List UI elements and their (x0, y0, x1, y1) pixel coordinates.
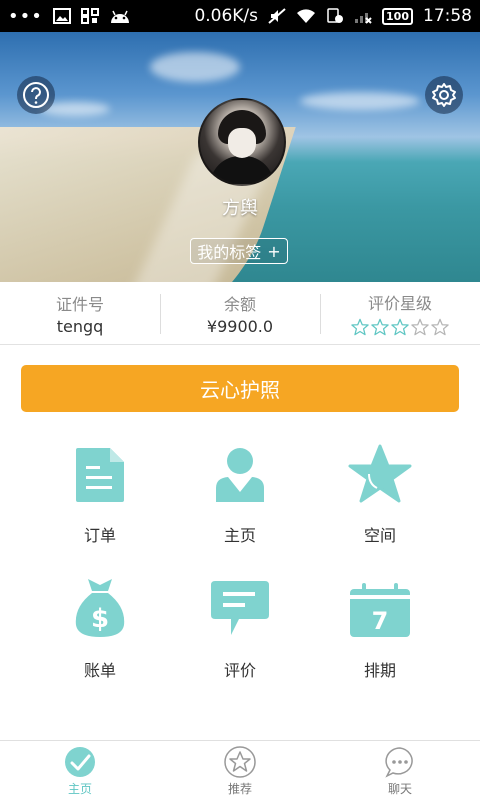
reviews-label: 评价 (223, 661, 256, 680)
clock: 17:58 (423, 6, 472, 26)
qr-code-icon (80, 8, 99, 24)
passport-button[interactable]: 云心护照 (21, 365, 459, 412)
image-icon (52, 8, 71, 24)
star-filled-icon (371, 318, 389, 336)
chat-icon (385, 746, 413, 778)
sim-icon (327, 8, 344, 23)
rating-stars (351, 318, 449, 336)
star-empty-icon (431, 318, 449, 336)
wifi-icon (297, 9, 316, 23)
orders-item[interactable]: 订单 (40, 440, 160, 546)
star-filled-icon (351, 318, 369, 336)
rating-section: 评价星级 (320, 282, 480, 344)
space-item[interactable]: 空间 (320, 440, 440, 546)
id-number-label: 证件号 (55, 294, 104, 314)
battery-icon: 100 (382, 7, 413, 25)
calendar-day: 7 (372, 607, 389, 635)
calendar-icon: 7 (350, 583, 410, 637)
document-icon (76, 448, 124, 502)
star-empty-icon (411, 318, 429, 336)
nav-home-label: 主页 (67, 781, 92, 796)
avatar[interactable] (198, 98, 286, 186)
plus-icon: + (267, 241, 281, 261)
star-filled-icon (391, 318, 409, 336)
nav-chat-label: 聊天 (387, 781, 412, 796)
profile-header: 方舆 我的标签 + (0, 32, 480, 282)
schedule-item[interactable]: 7 排期 (320, 575, 440, 681)
money-bag-icon: $ (75, 579, 125, 637)
android-icon (110, 10, 129, 23)
balance-value: ¥9900.0 (206, 316, 274, 336)
schedule-label: 排期 (363, 661, 396, 680)
nav-recommend[interactable]: 推荐 (160, 741, 320, 801)
signal-icon (355, 13, 372, 24)
id-number-section: 证件号 tengq (0, 282, 160, 344)
rating-label: 评价星级 (367, 294, 432, 313)
bottom-nav: 主页 推荐 聊天 (0, 740, 480, 801)
star-icon (348, 444, 412, 503)
nav-chat[interactable]: 聊天 (320, 741, 480, 801)
homepage-item[interactable]: 主页 (180, 440, 300, 546)
nav-recommend-label: 推荐 (227, 781, 252, 796)
more-dots-icon: ••• (8, 5, 43, 27)
mute-icon (268, 8, 286, 24)
nav-home[interactable]: 主页 (0, 741, 160, 801)
id-number-value: tengq (56, 316, 104, 336)
chat-bubble-icon (211, 581, 269, 635)
user-name: 方舆 (222, 198, 258, 219)
info-bar: 证件号 tengq 余额 ¥9900.0 评价星级 (0, 282, 480, 345)
help-button[interactable] (17, 76, 55, 114)
space-label: 空间 (363, 526, 396, 545)
reviews-item[interactable]: 评价 (180, 575, 300, 681)
network-speed: 0.06K/s (194, 6, 259, 26)
bills-label: 账单 (83, 661, 116, 680)
bills-item[interactable]: $ 账单 (40, 575, 160, 681)
svg-text:$: $ (91, 604, 109, 634)
check-circle-icon (65, 746, 95, 777)
star-outline-icon (224, 745, 256, 778)
my-tags-button[interactable]: 我的标签 + (190, 238, 288, 264)
homepage-label: 主页 (223, 526, 256, 545)
status-bar: ••• 0.06K/s 100 17:58 (0, 0, 480, 32)
settings-button[interactable] (425, 76, 463, 114)
gear-icon (432, 83, 456, 107)
balance-section: 余额 ¥9900.0 (160, 282, 320, 344)
question-icon (23, 82, 49, 108)
my-tags-label: 我的标签 (197, 243, 262, 262)
user-icon (216, 448, 264, 502)
orders-label: 订单 (83, 526, 116, 545)
balance-label: 余额 (223, 294, 256, 314)
